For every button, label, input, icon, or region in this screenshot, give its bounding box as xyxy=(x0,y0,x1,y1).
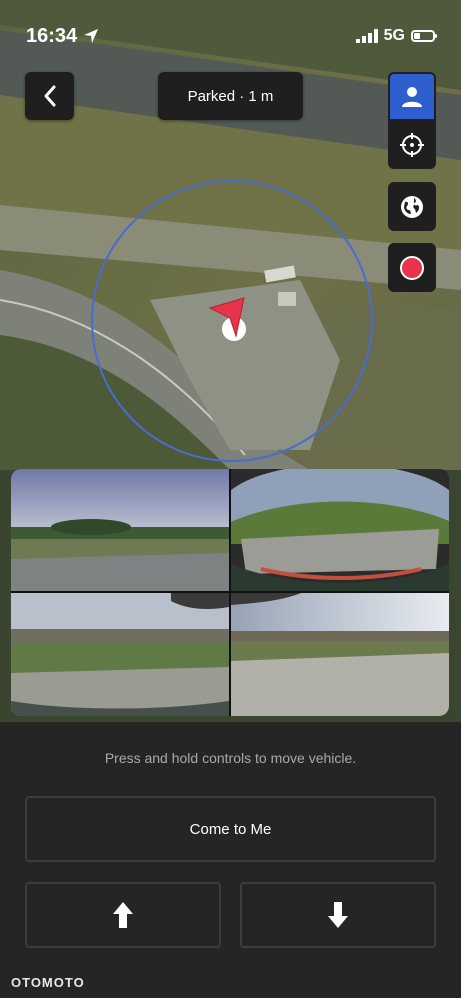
status-bar: 16:34 5G xyxy=(26,22,437,50)
globe-icon xyxy=(401,195,423,218)
camera-view-left-repeater[interactable] xyxy=(11,593,229,716)
camera-grid xyxy=(11,469,449,716)
status-time: 16:34 xyxy=(26,24,78,47)
camera-feed-image xyxy=(11,593,229,716)
record-icon xyxy=(400,255,424,280)
battery-icon xyxy=(411,30,437,42)
battery-level xyxy=(414,33,420,39)
record-button[interactable] xyxy=(388,243,436,292)
person-view-button[interactable] xyxy=(388,72,436,121)
parked-status-pill: Parked · 1 m xyxy=(158,72,303,120)
map-layer-button[interactable] xyxy=(388,182,436,231)
location-arrow-icon xyxy=(84,29,99,43)
reverse-button[interactable] xyxy=(240,882,436,948)
arrow-down-icon xyxy=(328,902,348,928)
recenter-button[interactable] xyxy=(388,121,436,169)
camera-view-rear[interactable] xyxy=(231,469,449,591)
watermark: OTOMOTO xyxy=(11,975,85,990)
satellite-map[interactable]: 16:34 5G Parked · 1 m xyxy=(0,0,461,722)
back-button[interactable] xyxy=(25,72,74,120)
controls-hint: Press and hold controls to move vehicle. xyxy=(104,750,357,766)
camera-feed-image xyxy=(231,469,449,591)
chevron-left-icon xyxy=(44,85,55,107)
controls-panel: Press and hold controls to move vehicle.… xyxy=(0,722,461,998)
signal-bars-icon xyxy=(355,29,378,43)
person-icon xyxy=(402,86,422,107)
arrow-up-icon xyxy=(113,902,133,928)
camera-feed-image xyxy=(11,469,229,591)
vehicle-pointer-icon xyxy=(208,297,246,341)
forward-button[interactable] xyxy=(25,882,221,948)
network-type: 5G xyxy=(383,27,405,44)
camera-view-front-left[interactable] xyxy=(11,469,229,591)
camera-view-right-repeater[interactable] xyxy=(231,593,449,716)
crosshair-icon xyxy=(400,133,424,157)
come-to-me-button[interactable]: Come to Me xyxy=(25,796,436,862)
camera-feed-image xyxy=(231,593,449,716)
